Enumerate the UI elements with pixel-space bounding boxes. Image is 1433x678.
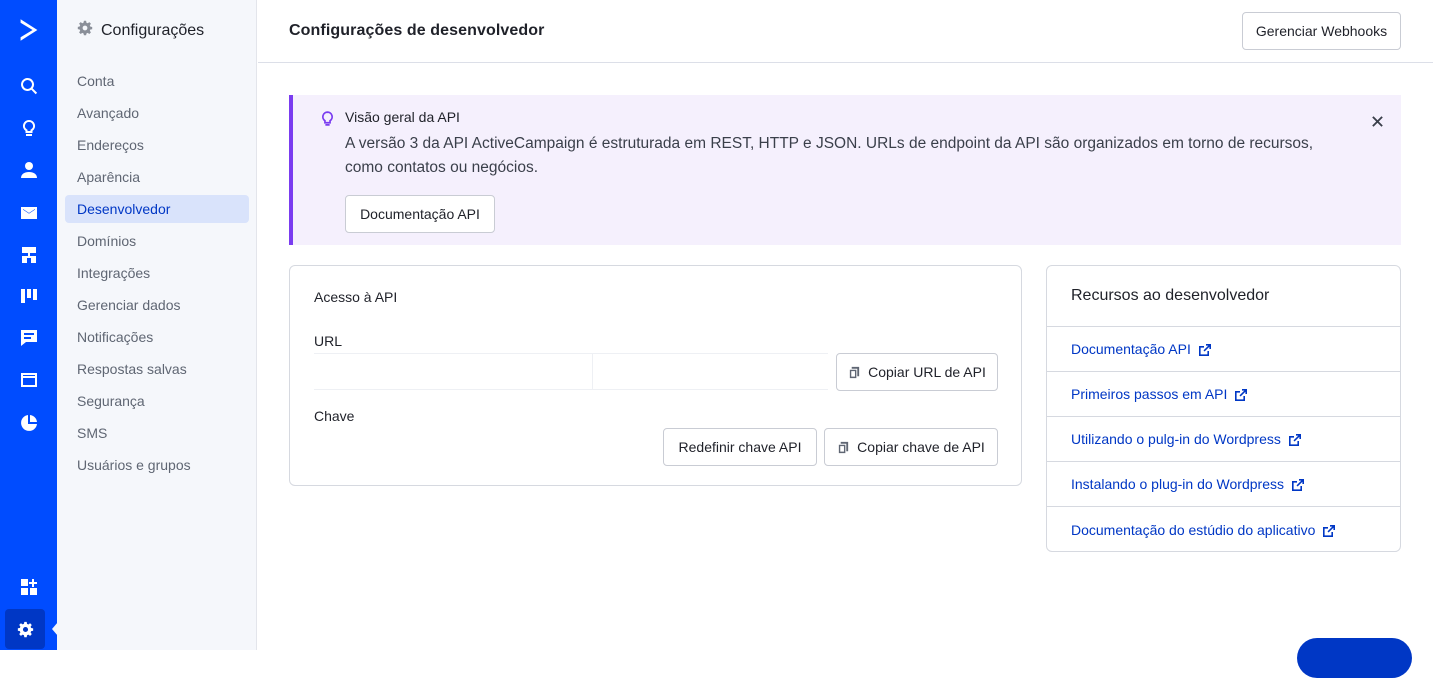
app-rail: [0, 0, 58, 650]
lightbulb-icon[interactable]: [0, 110, 57, 146]
resource-row: Instalando o plug-in do Wordpress: [1047, 462, 1400, 507]
sidebar-item-gerenciar-dados[interactable]: Gerenciar dados: [65, 291, 249, 319]
lightbulb-icon: [319, 110, 336, 132]
settings-sidebar: Configurações Conta Avançado Endereços A…: [57, 0, 257, 650]
api-overview-banner: Visão geral da API A versão 3 da API Act…: [289, 95, 1401, 245]
settings-icon[interactable]: [5, 609, 45, 649]
apps-add-icon[interactable]: [0, 569, 57, 605]
key-label: Chave: [314, 408, 355, 424]
resource-row: Documentação do estúdio do aplicativo: [1047, 507, 1400, 552]
copy-api-url-button[interactable]: Copiar URL de API: [836, 353, 998, 391]
activecampaign-logo[interactable]: [0, 12, 57, 48]
reset-api-key-button[interactable]: Redefinir chave API: [663, 428, 817, 466]
sidebar-title: Configurações: [101, 21, 205, 39]
automation-icon[interactable]: [0, 237, 57, 273]
reports-icon[interactable]: [0, 405, 57, 441]
copy-icon: [837, 441, 850, 454]
resources-heading: Recursos ao desenvolvedor: [1047, 266, 1400, 327]
external-link-icon: [1323, 524, 1336, 537]
external-link-icon: [1288, 434, 1301, 447]
api-url-field-edge: [592, 353, 828, 390]
gear-icon: [77, 20, 93, 41]
banner-text: A versão 3 da API ActiveCampaign é estru…: [345, 135, 1314, 176]
url-label: URL: [314, 333, 343, 349]
sidebar-item-desenvolvedor[interactable]: Desenvolvedor: [65, 195, 249, 223]
floating-action-button[interactable]: [1297, 638, 1412, 678]
website-icon[interactable]: [0, 362, 57, 398]
copy-api-key-button[interactable]: Copiar chave de API: [824, 428, 998, 466]
api-documentation-button[interactable]: Documentação API: [345, 195, 495, 233]
resource-row: Documentação API: [1047, 327, 1400, 372]
sidebar-item-dominios[interactable]: Domínios: [65, 227, 249, 255]
sidebar-item-seguranca[interactable]: Segurança: [65, 387, 249, 415]
pipeline-icon[interactable]: [0, 278, 57, 314]
sidebar-item-aparencia[interactable]: Aparência: [65, 163, 249, 191]
page-header: Configurações de desenvolvedor Gerenciar…: [258, 0, 1433, 63]
search-icon[interactable]: [0, 68, 57, 104]
sidebar-item-respostas-salvas[interactable]: Respostas salvas: [65, 355, 249, 383]
sidebar-item-sms[interactable]: SMS: [65, 419, 249, 447]
sidebar-header: Configurações: [77, 20, 204, 41]
sidebar-item-usuarios-grupos[interactable]: Usuários e grupos: [65, 451, 249, 479]
conversations-icon[interactable]: [0, 320, 57, 356]
resource-link-app-studio-docs[interactable]: Documentação do estúdio do aplicativo: [1071, 522, 1336, 538]
developer-resources-card: Recursos ao desenvolvedor Documentação A…: [1046, 265, 1401, 552]
banner-title: Visão geral da API: [345, 109, 460, 125]
external-link-icon: [1235, 389, 1248, 402]
sidebar-item-notificacoes[interactable]: Notificações: [65, 323, 249, 351]
resource-link-using-wordpress[interactable]: Utilizando o pulg-in do Wordpress: [1071, 431, 1301, 447]
copy-api-url-label: Copiar URL de API: [868, 364, 986, 380]
copy-api-key-label: Copiar chave de API: [857, 439, 985, 455]
api-access-heading: Acesso à API: [314, 289, 398, 305]
close-icon[interactable]: [1367, 111, 1387, 131]
external-link-icon: [1198, 344, 1211, 357]
sidebar-nav: Conta Avançado Endereços Aparência Desen…: [65, 67, 249, 483]
sidebar-item-enderecos[interactable]: Endereços: [65, 131, 249, 159]
manage-webhooks-button[interactable]: Gerenciar Webhooks: [1242, 12, 1401, 50]
external-link-icon: [1291, 479, 1304, 492]
sidebar-item-avancado[interactable]: Avançado: [65, 99, 249, 127]
copy-icon: [848, 366, 861, 379]
resource-link-getting-started[interactable]: Primeiros passos em API: [1071, 386, 1248, 402]
contacts-icon[interactable]: [0, 152, 57, 188]
page-title: Configurações de desenvolvedor: [289, 22, 545, 39]
resource-row: Utilizando o pulg-in do Wordpress: [1047, 417, 1400, 462]
resource-row: Primeiros passos em API: [1047, 372, 1400, 417]
sidebar-item-conta[interactable]: Conta: [65, 67, 249, 95]
resource-link-api-docs[interactable]: Documentação API: [1071, 341, 1211, 357]
resource-link-installing-wordpress[interactable]: Instalando o plug-in do Wordpress: [1071, 476, 1304, 492]
mail-icon[interactable]: [0, 195, 57, 231]
sidebar-item-integracoes[interactable]: Integrações: [65, 259, 249, 287]
api-access-card: Acesso à API URL Copiar URL de API Chave…: [289, 265, 1022, 486]
